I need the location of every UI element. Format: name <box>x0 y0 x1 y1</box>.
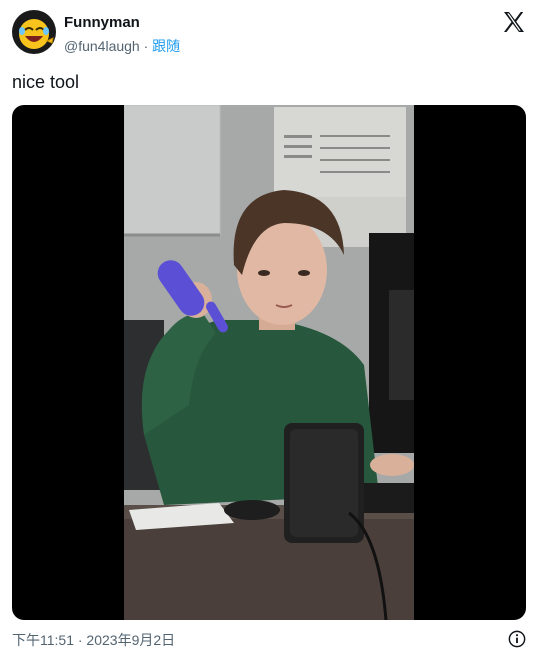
video-frame <box>124 105 414 620</box>
handle-row: @fun4laugh · 跟随 <box>64 36 180 56</box>
video-player[interactable] <box>12 105 526 620</box>
separator: · <box>143 38 149 54</box>
avatar[interactable] <box>12 10 56 54</box>
video-scene <box>124 105 414 620</box>
timestamp[interactable]: 下午11:51 · 2023年9月2日 <box>12 630 175 650</box>
display-name[interactable]: Funnyman <box>64 14 140 31</box>
info-icon[interactable] <box>508 630 526 648</box>
tweet-text: nice tool <box>12 72 80 92</box>
laughing-emoji-icon <box>19 19 54 49</box>
follow-button[interactable]: 跟随 <box>152 38 180 54</box>
user-handle[interactable]: @fun4laugh <box>64 38 140 54</box>
x-logo-icon[interactable] <box>502 10 526 34</box>
